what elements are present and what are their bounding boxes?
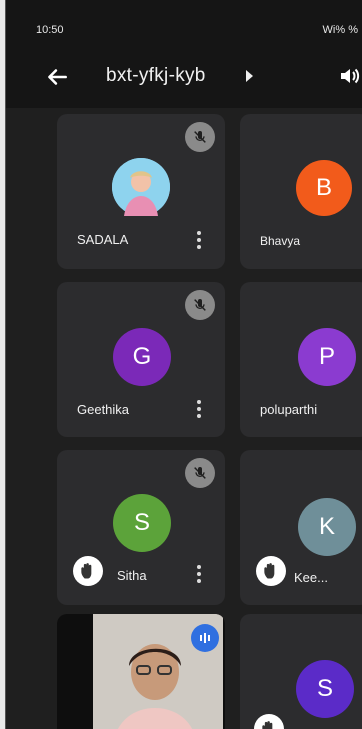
participant-tile-bhavya[interactable]: B Bhavya <box>240 114 362 269</box>
app-bar: bxt-yfkj-kyb <box>6 46 362 108</box>
participant-tile-s[interactable]: S <box>240 614 362 729</box>
avatar: B <box>296 160 352 216</box>
avatar: S <box>296 660 354 718</box>
participant-tile-sitha[interactable]: S Sitha <box>57 450 225 605</box>
participant-tile-kee[interactable]: K Kee... <box>240 450 362 605</box>
status-bar: 10:50 Wi% % <box>6 0 362 46</box>
meeting-code[interactable]: bxt-yfkj-kyb <box>106 65 206 87</box>
participant-tile-sadala[interactable]: SADALA <box>57 114 225 269</box>
more-options-icon[interactable] <box>193 228 205 252</box>
avatar: P <box>298 328 356 386</box>
participant-video-tile[interactable] <box>57 614 225 729</box>
avatar-initial: P <box>318 343 335 370</box>
avatar-initial: S <box>316 675 333 702</box>
avatar: G <box>113 328 171 386</box>
participant-name: SADALA <box>77 232 129 247</box>
mic-off-icon <box>185 458 215 488</box>
avatar-circle <box>296 160 352 216</box>
chevron-right-icon[interactable] <box>246 70 253 82</box>
more-options-icon[interactable] <box>193 397 205 421</box>
avatar-initial: S <box>133 509 150 536</box>
raised-hand-icon <box>73 556 103 586</box>
participant-name: Kee... <box>294 570 328 585</box>
participant-tile-poluparthi[interactable]: P poluparthi <box>240 282 362 437</box>
raised-hand-icon <box>256 556 286 586</box>
speaker-icon[interactable] <box>338 64 362 88</box>
avatar-initial: K <box>318 513 335 540</box>
avatar <box>112 158 170 216</box>
avatar: K <box>298 498 356 556</box>
status-icons: Wi% % <box>322 24 358 36</box>
participant-name: poluparthi <box>260 402 318 417</box>
meet-app: 10:50 Wi% % bxt-yfkj-kyb SADALA B Bhavya… <box>6 0 362 729</box>
more-options-icon[interactable] <box>193 562 205 586</box>
participant-name: Sitha <box>117 568 147 583</box>
raised-hand-icon <box>254 714 284 729</box>
back-arrow-icon[interactable] <box>44 64 70 90</box>
participant-name: Bhavya <box>260 234 301 248</box>
status-time: 10:50 <box>36 24 64 36</box>
participant-tile-geethika[interactable]: G Geethika <box>57 282 225 437</box>
mic-off-icon <box>185 122 215 152</box>
speaking-indicator-icon <box>191 624 219 652</box>
avatar: S <box>113 494 171 552</box>
avatar-initial: G <box>132 343 152 370</box>
participant-name: Geethika <box>77 402 130 417</box>
mic-off-icon <box>185 290 215 320</box>
